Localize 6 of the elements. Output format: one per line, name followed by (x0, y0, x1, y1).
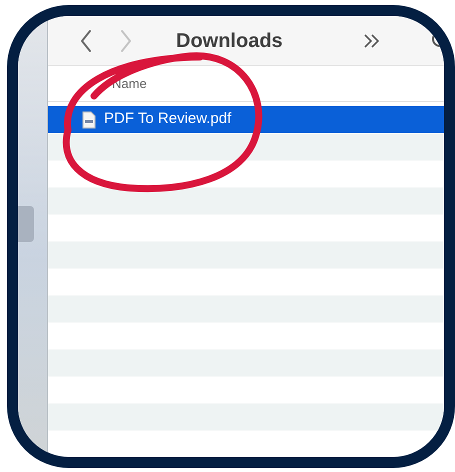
document-icon (82, 110, 96, 128)
sidebar-handle[interactable] (18, 206, 34, 242)
back-icon[interactable] (78, 28, 94, 53)
file-row[interactable]: PDF To Review.pdf (48, 106, 444, 133)
file-name: PDF To Review.pdf (104, 109, 232, 130)
folder-title: Downloads (176, 28, 283, 54)
